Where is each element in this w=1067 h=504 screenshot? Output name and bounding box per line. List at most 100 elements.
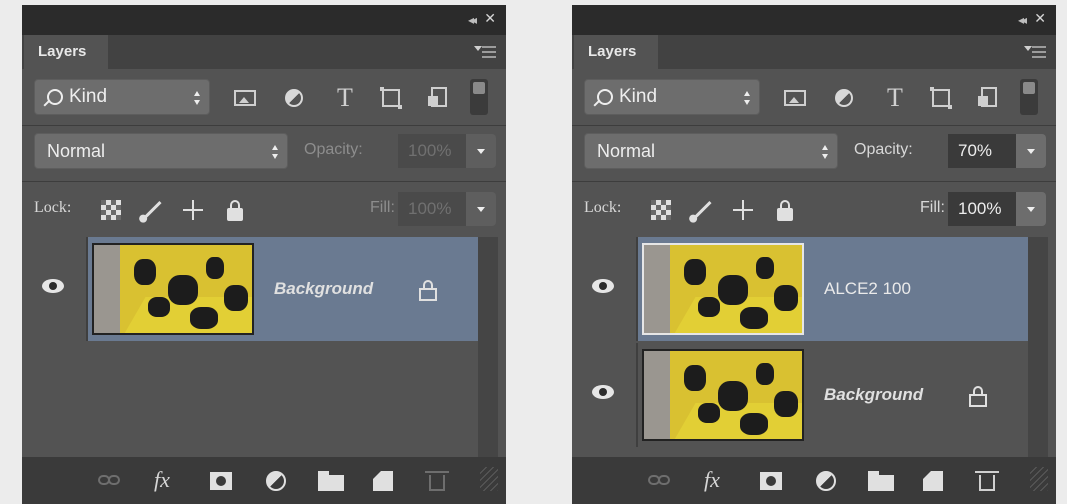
lock-label: Lock: [584,199,622,216]
layers-panel-right: ◂◂ ✕ Layers Kind T Normal Opacity: 70% L… [572,5,1056,504]
close-icon[interactable]: ✕ [1034,11,1046,27]
eye-icon[interactable] [592,385,614,399]
panel-titlebar: ◂◂ ✕ [572,5,1056,35]
search-icon [597,89,613,105]
layer-thumbnail [92,243,254,335]
layers-scrollbar[interactable] [1028,237,1048,459]
lock-all-icon[interactable] [222,197,248,223]
kind-filter-select[interactable]: Kind [34,79,210,115]
new-group-icon[interactable] [318,469,344,493]
layers-scrollbar[interactable] [478,237,498,459]
filter-toggle[interactable] [470,79,488,115]
lock-transparent-icon[interactable] [98,197,124,223]
lock-all-icon[interactable] [772,197,798,223]
fill-dropdown-button[interactable] [1016,192,1046,226]
resize-grip[interactable] [480,467,498,491]
collapse-icon[interactable]: ◂◂ [1018,13,1027,27]
shape-filter-icon[interactable] [926,83,956,113]
smart-object-filter-icon[interactable] [424,83,454,113]
adjustment-layer-icon[interactable] [264,469,290,493]
link-layers-icon[interactable] [98,469,124,493]
pixel-filter-icon[interactable] [230,83,260,113]
blend-mode-select[interactable]: Normal [584,133,838,169]
filter-row: Kind T [34,77,496,119]
tab-row: Layers [572,35,1056,69]
layers-list: ALCE2 100 Background [572,237,1028,459]
layer-content: Background [86,237,478,341]
layer-thumbnail [642,243,804,335]
blend-mode-value: Normal [597,141,656,161]
lock-label: Lock: [34,199,72,216]
kind-label: Kind [619,86,658,107]
layer-name[interactable]: Background [274,237,373,341]
opacity-dropdown-button[interactable] [1016,134,1046,168]
panel-menu-icon[interactable] [474,44,496,60]
fx-icon[interactable]: fx [704,469,730,493]
layer-name[interactable]: ALCE2 100 [824,237,911,341]
resize-grip[interactable] [1030,467,1048,491]
lock-row: Lock: Fill: 100% [34,191,496,229]
add-mask-icon[interactable] [758,469,784,493]
add-mask-icon[interactable] [208,469,234,493]
kind-filter-select[interactable]: Kind [584,79,760,115]
layer-row[interactable]: ALCE2 100 [572,237,1028,341]
close-icon[interactable]: ✕ [484,11,496,27]
eye-icon[interactable] [592,279,614,293]
new-group-icon[interactable] [868,469,894,493]
eye-icon[interactable] [42,279,64,293]
fill-input[interactable]: 100% [398,192,466,226]
type-filter-icon[interactable]: T [880,83,910,113]
adjustment-filter-icon[interactable] [830,83,860,113]
opacity-input[interactable]: 70% [948,134,1016,168]
updown-arrows-icon [744,91,750,105]
layer-name[interactable]: Background [824,343,923,447]
visibility-cell[interactable] [572,343,636,447]
opacity-label: Opacity: [304,141,363,158]
layer-thumbnail [642,349,804,441]
trash-icon[interactable] [974,469,1000,493]
smart-object-filter-icon[interactable] [974,83,1004,113]
pixel-filter-icon[interactable] [780,83,810,113]
panel-bottom-bar: fx [22,457,506,504]
filter-toggle[interactable] [1020,79,1038,115]
trash-icon[interactable] [424,469,450,493]
updown-arrows-icon [194,91,200,105]
adjustment-layer-icon[interactable] [814,469,840,493]
fx-icon[interactable]: fx [154,469,180,493]
blend-mode-value: Normal [47,141,106,161]
type-filter-icon[interactable]: T [330,83,360,113]
layer-lock-icon [968,385,988,407]
layer-lock-icon [418,279,438,301]
updown-arrows-icon [272,145,278,159]
layer-content: ALCE2 100 [636,237,1028,341]
blend-mode-select[interactable]: Normal [34,133,288,169]
collapse-icon[interactable]: ◂◂ [468,13,477,27]
lock-row: Lock: Fill: 100% [584,191,1046,229]
new-layer-icon[interactable] [370,469,396,493]
fill-label: Fill: [920,199,945,216]
visibility-cell[interactable] [572,237,636,341]
layer-row[interactable]: Background [22,237,478,341]
adjustment-filter-icon[interactable] [280,83,310,113]
blend-row: Normal Opacity: 100% [34,133,496,171]
fill-dropdown-button[interactable] [466,192,496,226]
link-layers-icon[interactable] [648,469,674,493]
opacity-dropdown-button[interactable] [466,134,496,168]
layer-row[interactable]: Background [572,343,1028,447]
visibility-cell[interactable] [22,237,86,341]
panel-menu-icon[interactable] [1024,44,1046,60]
lock-position-icon[interactable] [180,197,206,223]
opacity-input[interactable]: 100% [398,134,466,168]
fill-input[interactable]: 100% [948,192,1016,226]
lock-position-icon[interactable] [730,197,756,223]
tab-layers[interactable]: Layers [24,35,108,69]
empty-layers-space [22,341,478,459]
tab-layers[interactable]: Layers [574,35,658,69]
new-layer-icon[interactable] [920,469,946,493]
search-icon [47,89,63,105]
lock-paint-icon[interactable] [688,197,714,223]
shape-filter-icon[interactable] [376,83,406,113]
lock-paint-icon[interactable] [138,197,164,223]
lock-transparent-icon[interactable] [648,197,674,223]
layers-panel-left: ◂◂ ✕ Layers Kind T Normal Opacity: 100% [22,5,506,504]
